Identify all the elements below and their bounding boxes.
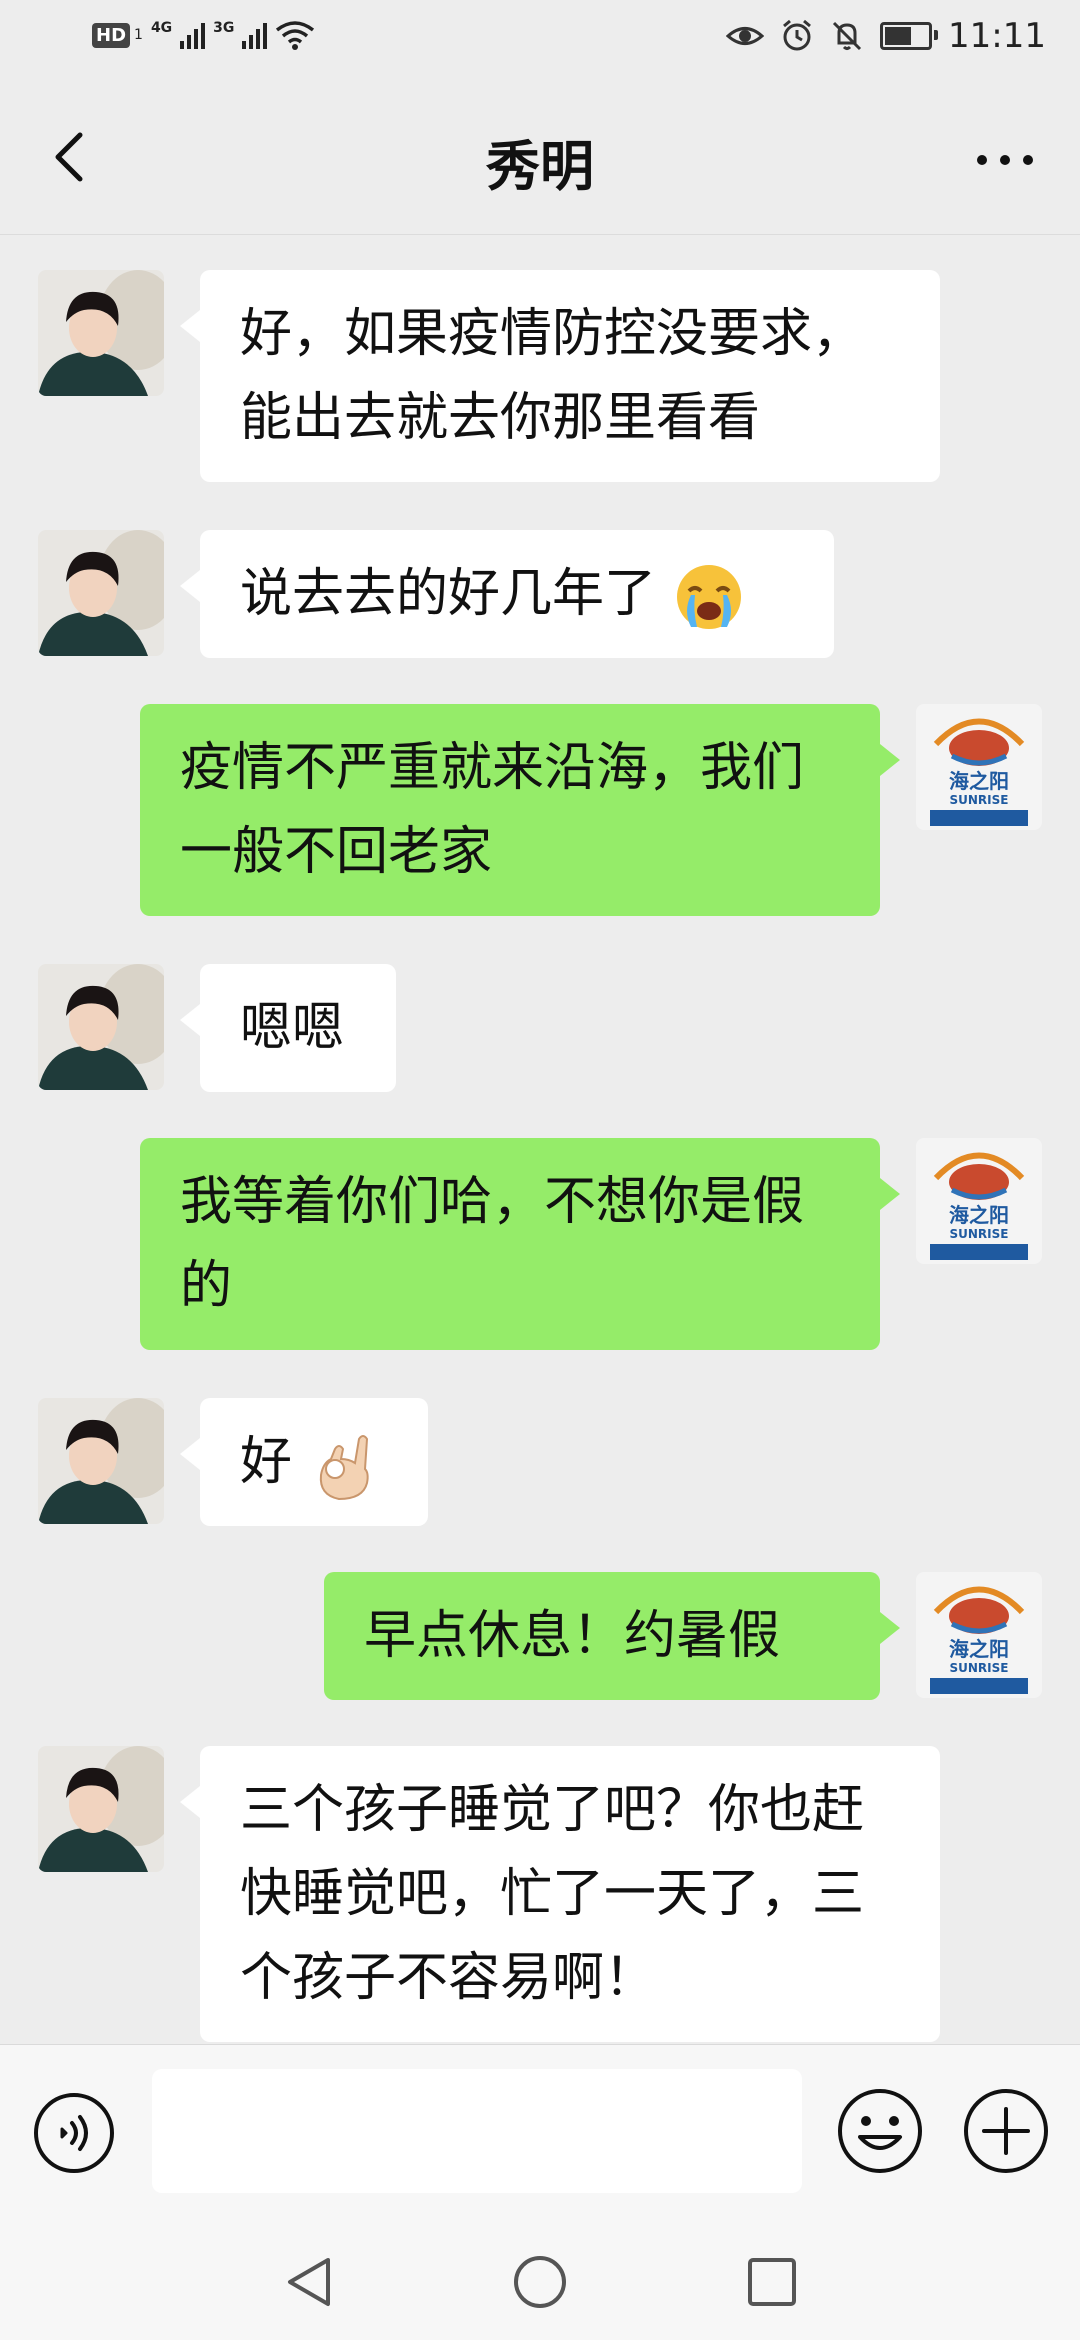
incoming-bubble[interactable]: 好，如果疫情防控没要求，能出去就去你那里看看 [180,270,940,482]
nav-back-icon[interactable] [282,2254,338,2310]
signal-icon [180,21,206,49]
mute-icon [832,21,862,51]
nav-recent-icon[interactable] [744,2254,800,2310]
logo-en: SUNRISE [950,1227,1009,1241]
message-text: 嗯嗯 [240,998,345,1058]
my-avatar[interactable]: 海之阳 SUNRISE [916,1138,1042,1264]
outgoing-bubble[interactable]: 我等着你们哈，不想你是假的 [140,1138,900,1350]
outgoing-bubble[interactable]: 疫情不严重就来沿海，我们一般不回老家 [140,704,900,916]
message-text: 说去去的好几年了 [240,564,657,624]
person-avatar-image [38,964,164,1090]
message-text: 我等着你们哈，不想你是假的 [180,1172,805,1316]
my-avatar[interactable]: 海之阳 SUNRISE [916,704,1042,830]
incoming-bubble[interactable]: 嗯嗯 [180,964,396,1092]
message-input[interactable] [152,2069,802,2193]
status-right: 11:11 [726,16,1046,56]
logo-en: SUNRISE [950,793,1009,807]
message-text: 疫情不严重就来沿海，我们一般不回老家 [180,738,805,882]
clock: 11:11 [948,16,1046,56]
logo-cn: 海之阳 [949,769,1009,793]
status-bar: HD 1 4G 3G 11:11 [0,0,1080,82]
loudly-crying-face-icon [676,565,741,629]
contact-avatar[interactable] [38,270,164,396]
logo-cn: 海之阳 [949,1637,1009,1661]
sunrise-logo-avatar: 海之阳 SUNRISE [916,704,1042,830]
message-text: 好 [240,1432,293,1492]
contact-avatar[interactable] [38,964,164,1090]
sunrise-logo-avatar: 海之阳 SUNRISE [916,1572,1042,1698]
logo-cn: 海之阳 [949,1203,1009,1227]
sim1-label: 1 [134,27,143,43]
system-nav-bar [0,2220,1080,2340]
message-text: 好，如果疫情防控没要求，能出去就去你那里看看 [240,304,865,448]
message-text: 三个孩子睡觉了吧？你也赶快睡觉吧，忙了一天了，三个孩子不容易啊！ [240,1780,865,2008]
message-list[interactable]: 好，如果疫情防控没要求，能出去就去你那里看看 说去去的好几年了 疫情不严重就来沿… [0,234,1080,2044]
outgoing-bubble[interactable]: 早点休息！约暑假 [324,1572,900,1700]
more-icon[interactable] [970,130,1040,190]
nav-home-icon[interactable] [512,2254,568,2310]
contact-avatar[interactable] [38,1746,164,1872]
contact-avatar[interactable] [38,530,164,656]
network-type-2: 3G [213,20,235,36]
plus-icon[interactable] [962,2087,1050,2175]
message-text: 早点休息！约暑假 [364,1606,781,1666]
person-avatar-image [38,1398,164,1524]
contact-avatar[interactable] [38,1398,164,1524]
person-avatar-image [38,530,164,656]
eye-icon [726,27,765,45]
chat-title: 秀明 [486,135,594,198]
voice-icon[interactable] [32,2091,116,2175]
hd-badge: HD [92,22,131,48]
ok-hand-icon [319,1435,369,1501]
signal-icon [242,21,268,49]
smile-icon[interactable] [836,2087,924,2175]
person-avatar-image [38,270,164,396]
incoming-bubble[interactable]: 说去去的好几年了 [180,530,834,658]
logo-en: SUNRISE [950,1661,1009,1675]
my-avatar[interactable]: 海之阳 SUNRISE [916,1572,1042,1698]
input-bar [0,2044,1080,2221]
alarm-icon [783,19,811,51]
battery-icon [880,22,939,50]
chat-header: 秀明 [0,82,1080,235]
network-type-1: 4G [150,20,173,36]
wifi-icon [276,21,315,50]
incoming-bubble[interactable]: 好 [180,1398,428,1526]
sunrise-logo-avatar: 海之阳 SUNRISE [916,1138,1042,1264]
status-left: HD 1 4G 3G [92,20,315,50]
incoming-bubble[interactable]: 三个孩子睡觉了吧？你也赶快睡觉吧，忙了一天了，三个孩子不容易啊！ [180,1746,940,2042]
person-avatar-image [38,1746,164,1872]
